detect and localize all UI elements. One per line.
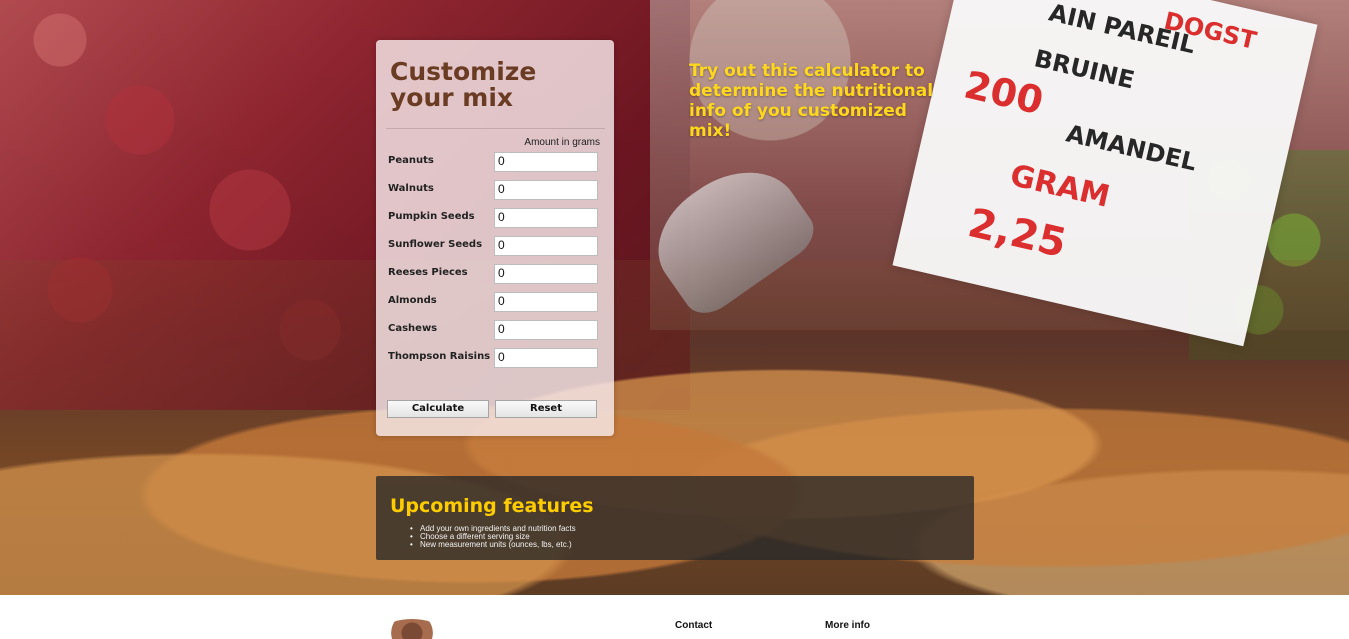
ingredient-row-thompson-raisins: Thompson Raisins 0 xyxy=(388,348,598,368)
ingredient-label: Thompson Raisins xyxy=(388,351,491,362)
ingredient-row-peanuts: Peanuts 0 xyxy=(388,152,598,172)
ingredient-row-pumpkin-seeds: Pumpkin Seeds 0 xyxy=(388,208,598,228)
peanuts-input[interactable]: 0 xyxy=(494,152,598,172)
reset-button[interactable]: Reset xyxy=(495,400,597,418)
price-sign-line: AMANDEL xyxy=(1063,119,1200,177)
footer: Contact More info xyxy=(0,595,1349,639)
title-divider xyxy=(386,128,605,129)
promo-text: Try out this calculator to determine the… xyxy=(689,61,934,141)
ingredient-row-reeses-pieces: Reeses Pieces 0 xyxy=(388,264,598,284)
walnuts-input[interactable]: 0 xyxy=(494,180,598,200)
price-sign-line: 2,25 xyxy=(963,200,1071,268)
ingredient-label: Pumpkin Seeds xyxy=(388,211,475,222)
ingredient-label: Walnuts xyxy=(388,183,434,194)
ingredient-label: Sunflower Seeds xyxy=(388,239,483,250)
ingredient-row-almonds: Almonds 0 xyxy=(388,292,598,312)
price-sign-line: GRAM xyxy=(1006,158,1113,215)
more-info-link[interactable]: More info xyxy=(825,620,870,631)
reeses-pieces-input[interactable]: 0 xyxy=(494,264,598,284)
ingredient-label: Cashews xyxy=(388,323,438,334)
upcoming-feature-item: New measurement units (ounces, lbs, etc.… xyxy=(410,541,576,550)
upcoming-features-panel: Upcoming features Add your own ingredien… xyxy=(376,476,974,560)
calculator-title: Customize your mix xyxy=(390,57,537,112)
calculator-panel: Customize your mix Amount in grams Peanu… xyxy=(376,40,614,436)
amount-label: Amount in grams xyxy=(524,137,600,148)
thompson-raisins-input[interactable]: 0 xyxy=(494,348,598,368)
pumpkin-seeds-input[interactable]: 0 xyxy=(494,208,598,228)
avatar xyxy=(386,619,438,639)
sunflower-seeds-input[interactable]: 0 xyxy=(494,236,598,256)
contact-link[interactable]: Contact xyxy=(675,620,712,631)
upcoming-features-list: Add your own ingredients and nutrition f… xyxy=(410,525,576,550)
ingredient-row-walnuts: Walnuts 0 xyxy=(388,180,598,200)
calculate-button[interactable]: Calculate xyxy=(387,400,489,418)
ingredient-label: Peanuts xyxy=(388,155,434,166)
ingredient-label: Almonds xyxy=(388,295,437,306)
cashews-input[interactable]: 0 xyxy=(494,320,598,340)
price-sign-line: BRUINE xyxy=(1031,44,1137,95)
almonds-input[interactable]: 0 xyxy=(494,292,598,312)
ingredient-row-sunflower-seeds: Sunflower Seeds 0 xyxy=(388,236,598,256)
ingredient-row-cashews: Cashews 0 xyxy=(388,320,598,340)
upcoming-features-title: Upcoming features xyxy=(390,495,594,517)
ingredient-label: Reeses Pieces xyxy=(388,267,468,278)
